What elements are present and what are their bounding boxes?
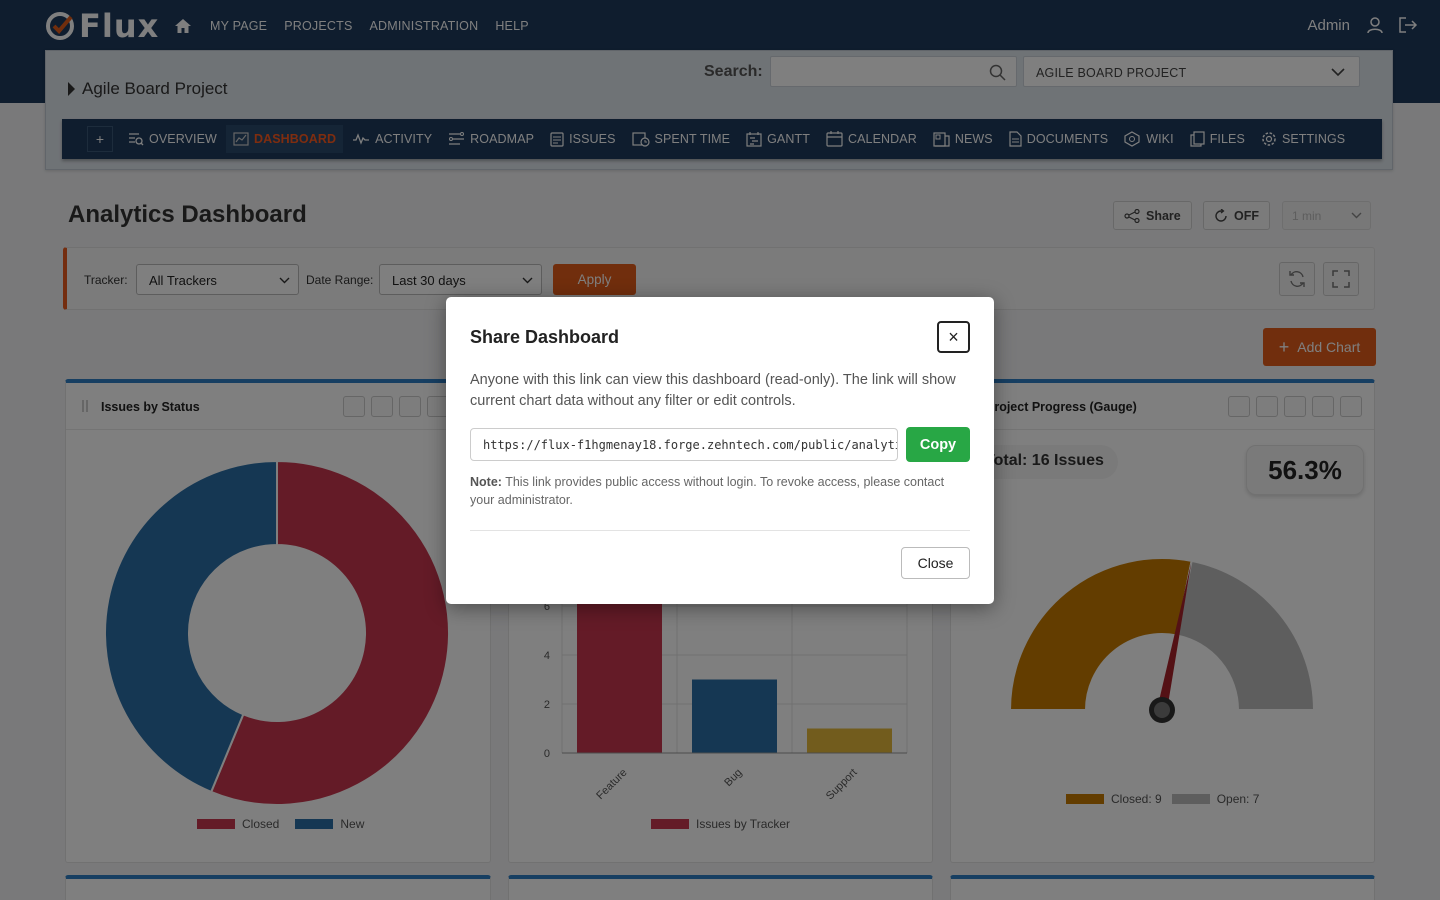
close-button[interactable]: Close	[901, 547, 970, 579]
modal-description: Anyone with this link can view this dash…	[470, 372, 956, 409]
share-url-field[interactable]: https://flux-f1hgmenay18.forge.zehntech.…	[470, 428, 898, 461]
modal-note: Note: This link provides public access w…	[470, 473, 970, 509]
modal-title: Share Dashboard	[470, 327, 620, 347]
note-text: This link provides public access without…	[470, 475, 945, 507]
note-label: Note:	[470, 475, 502, 489]
modal-divider	[470, 530, 970, 531]
share-dashboard-modal: Share Dashboard × Anyone with this link …	[446, 297, 994, 604]
close-icon[interactable]: ×	[937, 321, 970, 353]
copy-button[interactable]: Copy	[906, 427, 970, 462]
